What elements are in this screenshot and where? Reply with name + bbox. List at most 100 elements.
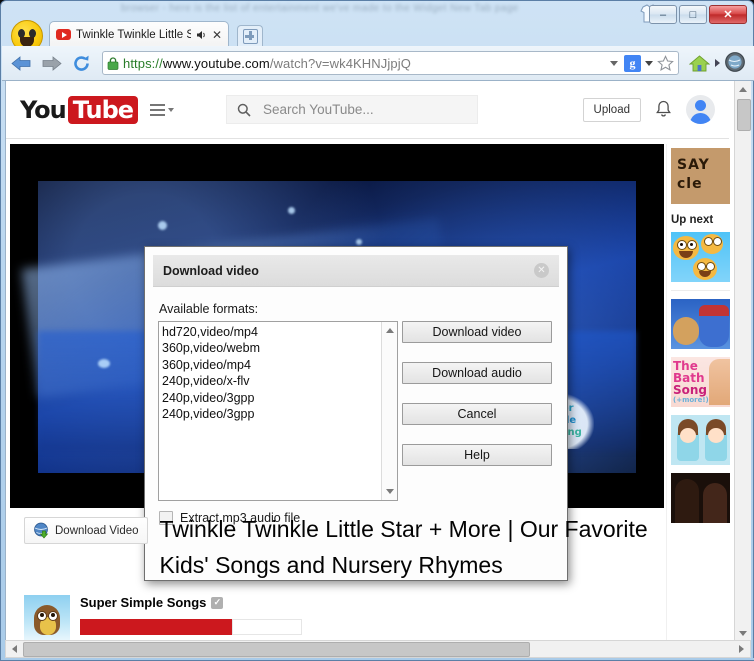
ad-line-1: SAY xyxy=(677,157,710,173)
avatar[interactable] xyxy=(686,95,715,124)
globe-icon xyxy=(724,51,746,73)
download-video-toolbar-label: Download Video xyxy=(55,525,139,537)
thumbnail-kids[interactable] xyxy=(671,415,730,465)
channel-row: Super Simple Songs ✓ xyxy=(10,583,664,641)
subscribe-row xyxy=(80,619,302,635)
list-item[interactable]: hd720,video/mp4 xyxy=(162,324,381,340)
bath-song-line-4: (+more!) xyxy=(673,396,709,404)
channel-name: Super Simple Songs xyxy=(80,595,206,610)
extension-button[interactable] xyxy=(724,51,748,75)
masthead-right-controls: Upload xyxy=(583,95,715,124)
search-placeholder: Search YouTube... xyxy=(263,102,374,117)
plus-icon xyxy=(243,29,258,44)
forward-button[interactable] xyxy=(38,50,64,76)
page-scrollbar-vertical[interactable] xyxy=(734,81,751,642)
formats-scrollbar[interactable] xyxy=(381,322,397,500)
star-icon[interactable] xyxy=(657,55,674,72)
address-bar[interactable]: https://www.youtube.com/watch?v=wk4KHNJj… xyxy=(102,51,679,75)
youtube-logo[interactable]: You Tube xyxy=(20,96,138,124)
sidebar-ad-thumbnail[interactable]: SAY cle xyxy=(671,148,730,204)
list-item[interactable]: 240p,video/3gpp xyxy=(162,406,381,422)
dialog-buttons: Download video Download audio Cancel Hel… xyxy=(402,321,554,485)
dialog-title: Download video xyxy=(163,264,259,278)
url-host: www.youtube.com xyxy=(163,56,270,71)
bell-icon[interactable] xyxy=(655,100,672,119)
logo-you-text: You xyxy=(20,96,66,124)
url-path: /watch?v=wk4KHNJjpjQ xyxy=(270,56,411,71)
back-button[interactable] xyxy=(8,50,34,76)
subscribe-button[interactable] xyxy=(80,619,232,635)
bath-song-line-3: Song xyxy=(673,383,707,397)
chevron-down-icon xyxy=(168,108,174,112)
dialog-title-bar: Download video ✕ xyxy=(153,255,559,287)
list-item[interactable]: 360p,video/mp4 xyxy=(162,357,381,373)
youtube-masthead: You Tube Search YouTube... Upload xyxy=(6,81,729,139)
browser-window-frame: browser - here is the list of entertainm… xyxy=(0,0,754,661)
page-title: Twinkle Twinkle Little Star + More | Our… xyxy=(160,511,650,583)
thumbnail-bear-and-friend[interactable] xyxy=(671,299,730,349)
list-item[interactable]: 240p,video/3gpp xyxy=(162,390,381,406)
scroll-down-button[interactable] xyxy=(382,484,397,499)
channel-meta: Super Simple Songs ✓ xyxy=(80,595,302,635)
channel-avatar[interactable] xyxy=(24,595,70,641)
thumbnail-the-bath-song[interactable]: The Bath Song (+more!) xyxy=(671,357,730,407)
up-next-label: Up next xyxy=(671,214,730,226)
page-scrollbar-horizontal[interactable] xyxy=(5,640,751,658)
scroll-right-button[interactable] xyxy=(733,641,750,657)
search-engine-badge[interactable]: g xyxy=(624,55,641,72)
new-tab-button[interactable] xyxy=(237,25,263,47)
search-engine-dropdown-icon[interactable] xyxy=(645,61,653,66)
download-video-toolbar-button[interactable]: Download Video xyxy=(24,517,148,544)
home-icon xyxy=(689,54,710,73)
back-arrow-icon xyxy=(11,56,32,71)
forward-arrow-icon xyxy=(41,56,62,71)
list-item[interactable]: 240p,video/x-flv xyxy=(162,373,381,389)
address-dropdown-icon[interactable] xyxy=(610,61,618,66)
thumbnail-monkeys[interactable] xyxy=(671,232,730,282)
scroll-left-button[interactable] xyxy=(6,641,23,657)
scrollbar-track[interactable] xyxy=(735,98,751,625)
available-formats-label: Available formats: xyxy=(159,302,258,316)
tab-strip: Twinkle Twinkle Little S ✕ xyxy=(1,17,754,47)
browser-screenshot: browser - here is the list of entertainm… xyxy=(0,0,754,661)
guide-button[interactable] xyxy=(150,104,174,116)
thumbnail-dark[interactable] xyxy=(671,473,730,523)
scrollbar-thumb-horizontal[interactable] xyxy=(23,642,530,657)
list-item[interactable]: 360p,video/webm xyxy=(162,340,381,356)
reload-button[interactable] xyxy=(68,50,94,76)
close-icon[interactable]: ✕ xyxy=(534,263,549,278)
formats-list: hd720,video/mp4 360p,video/webm 360p,vid… xyxy=(159,323,381,422)
window-bottom-edge xyxy=(1,658,754,660)
padlock-icon xyxy=(107,57,119,70)
tab-close-icon[interactable]: ✕ xyxy=(212,29,222,41)
globe-download-icon xyxy=(33,522,50,539)
download-audio-button[interactable]: Download audio xyxy=(402,362,552,384)
search-icon xyxy=(237,103,251,117)
video-info-section: Download Video Twinkle Twinkle Little St… xyxy=(10,511,664,641)
channel-name-row[interactable]: Super Simple Songs ✓ xyxy=(80,595,302,610)
title-row: Download Video Twinkle Twinkle Little St… xyxy=(10,511,664,583)
scroll-up-button[interactable] xyxy=(735,81,751,98)
tab-title: Twinkle Twinkle Little S xyxy=(76,29,191,41)
speaker-icon[interactable] xyxy=(196,29,207,41)
help-button[interactable]: Help xyxy=(402,444,552,466)
formats-listbox[interactable]: hd720,video/mp4 360p,video/webm 360p,vid… xyxy=(158,321,398,501)
browser-tab-active[interactable]: Twinkle Twinkle Little S ✕ xyxy=(49,21,229,47)
scroll-up-button[interactable] xyxy=(382,323,397,338)
address-bar-url: https://www.youtube.com/watch?v=wk4KHNJj… xyxy=(123,56,606,71)
scrollbar-thumb[interactable] xyxy=(737,99,751,131)
sidebar-divider xyxy=(671,290,730,291)
verified-badge-icon: ✓ xyxy=(211,597,223,609)
page-viewport: You Tube Search YouTube... Upload xyxy=(5,81,751,642)
home-button[interactable] xyxy=(687,51,711,75)
upload-button[interactable]: Upload xyxy=(583,98,641,122)
cancel-button[interactable]: Cancel xyxy=(402,403,552,425)
chevron-right-icon[interactable] xyxy=(715,59,720,67)
search-input[interactable]: Search YouTube... xyxy=(226,95,478,124)
youtube-favicon xyxy=(56,29,71,40)
url-scheme: https:// xyxy=(123,56,163,71)
sidebar: SAY cle Up next xyxy=(666,144,730,642)
browser-toolbar: https://www.youtube.com/watch?v=wk4KHNJj… xyxy=(2,46,754,81)
download-video-button[interactable]: Download video xyxy=(402,321,552,343)
ad-line-2: cle xyxy=(677,176,703,192)
